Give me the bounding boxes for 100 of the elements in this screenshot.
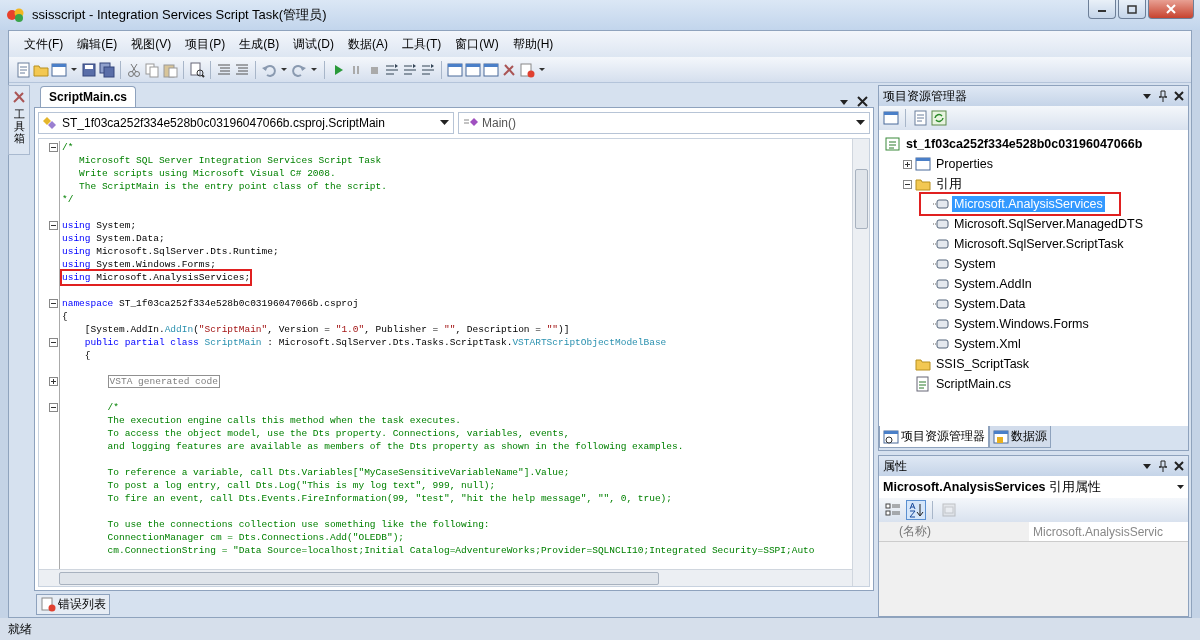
- close-icon[interactable]: [1174, 91, 1184, 101]
- properties-icon[interactable]: [883, 110, 899, 126]
- tree-item[interactable]: Microsoft.SqlServer.ManagedDTS: [952, 216, 1145, 232]
- code-line: using System.Windows.Forms;: [62, 258, 216, 271]
- collapse-icon[interactable]: [49, 338, 58, 347]
- property-value[interactable]: Microsoft.AnalysisServic: [1029, 522, 1188, 541]
- collapse-icon[interactable]: [49, 221, 58, 230]
- pin-icon[interactable]: [1159, 90, 1167, 102]
- code-file-icon: [915, 376, 931, 392]
- dropdown-caret-icon[interactable]: [1142, 92, 1152, 100]
- paste-icon[interactable]: [162, 61, 178, 78]
- code-line: To fire an event, call Dts.Events.FireInformation(99, "test", "hit the help message", "", 0, true);: [106, 492, 672, 505]
- member-dropdown[interactable]: Main(): [458, 112, 870, 134]
- code-line: To reference a variable, call Dts.Variables["MyCaseSensitiveVariableName"].Value;: [106, 466, 570, 479]
- window-icon[interactable]: [447, 61, 463, 78]
- step-icon[interactable]: [384, 61, 400, 78]
- code-line: Write scripts using Microsoft Visual C# 2008.: [78, 167, 336, 180]
- reference-icon: [933, 336, 949, 352]
- code-line: cm.ConnectionString = "Data Source=localhost;Initial Catalog=AdventureWorks;Provider=SQLNCLI10;Integrated Security=SSPI;Auto: [106, 544, 815, 557]
- expand-icon[interactable]: [49, 377, 58, 386]
- sort-button[interactable]: [906, 500, 926, 520]
- dropdown-caret-icon: [440, 120, 449, 126]
- collapse-icon[interactable]: [903, 179, 912, 189]
- refresh-icon[interactable]: [931, 110, 947, 126]
- code-line: To post a log entry, call Dts.Log("This is my log text", 999, null);: [106, 479, 496, 492]
- tree-item[interactable]: Microsoft.SqlServer.ScriptTask: [952, 236, 1126, 252]
- menu-item[interactable]: 编辑(E): [70, 32, 125, 56]
- menu-item[interactable]: 窗口(W): [448, 32, 506, 56]
- code-line: Microsoft SQL Server Integration Services Script Task: [78, 154, 382, 167]
- menu-item[interactable]: 视图(V): [124, 32, 179, 56]
- document-tab[interactable]: ScriptMain.cs: [40, 86, 137, 107]
- window-icon[interactable]: [51, 61, 67, 78]
- tree-item[interactable]: System.Xml: [952, 336, 1023, 352]
- code-line: ConnectionManager cm = Dts.Connections.Add("OLEDB");: [106, 531, 405, 544]
- error-list-tab[interactable]: 错误列表: [36, 593, 110, 615]
- project-icon: [885, 136, 901, 152]
- reference-icon: [933, 236, 949, 252]
- close-button[interactable]: [1148, 0, 1194, 19]
- expand-icon[interactable]: [903, 159, 912, 169]
- code-line: [System.AddIn.AddIn("ScriptMain", Version = "1.0", Publisher = "", Description = "")]: [83, 323, 570, 336]
- horizontal-scrollbar[interactable]: [39, 569, 852, 586]
- code-line: To access the object model, use the Dts property. Connections, variables, events,: [106, 427, 570, 440]
- close-icon[interactable]: [857, 96, 868, 107]
- tree-item[interactable]: Properties: [934, 156, 995, 172]
- code-line: using Microsoft.AnalysisServices;: [62, 271, 251, 284]
- collapse-icon[interactable]: [49, 143, 58, 152]
- menu-item[interactable]: 工具(T): [395, 32, 449, 56]
- reference-icon: [933, 216, 949, 232]
- maximize-button[interactable]: [1118, 0, 1146, 19]
- menu-item[interactable]: 生成(B): [232, 32, 287, 56]
- pin-icon[interactable]: [1159, 460, 1167, 472]
- menu-item[interactable]: 文件(F): [17, 32, 71, 56]
- new-document-icon[interactable]: [15, 61, 31, 78]
- tree-item[interactable]: SSIS_ScriptTask: [934, 356, 1032, 372]
- tree-item[interactable]: ScriptMain.cs: [934, 376, 1014, 392]
- folder-icon: [915, 356, 931, 372]
- reference-icon: [933, 296, 949, 312]
- tree-item[interactable]: 引用: [934, 174, 964, 194]
- vertical-scrollbar[interactable]: [852, 139, 869, 586]
- menu-item[interactable]: 帮助(H): [505, 32, 561, 56]
- find-icon[interactable]: [189, 61, 205, 78]
- lines-icon[interactable]: [234, 61, 250, 78]
- toolbox-label: 工具箱: [13, 108, 25, 145]
- tree-item[interactable]: System.Data: [952, 296, 1028, 312]
- panel-title: 属性: [883, 457, 908, 475]
- panel-tab[interactable]: 数据源: [989, 426, 1051, 448]
- cut-icon[interactable]: [126, 61, 142, 78]
- tree-item[interactable]: st_1f03ca252f334e528b0c03196047066b: [904, 136, 1145, 152]
- code-line: and logging features are available as members of the Dts property as shown in the following examples.: [106, 440, 684, 453]
- magnifier-window-icon: [883, 428, 899, 445]
- code-line: The execution engine calls this method when the task executes.: [106, 414, 462, 427]
- toolbox-panel[interactable]: 工具箱: [8, 85, 30, 155]
- close-icon[interactable]: [1174, 461, 1184, 471]
- window-icon[interactable]: [465, 61, 481, 78]
- status-text: 就绪: [8, 620, 32, 638]
- menu-item[interactable]: 项目(P): [178, 32, 233, 56]
- code-line: /*: [62, 141, 74, 154]
- panel-tab[interactable]: 项目资源管理器: [879, 426, 989, 448]
- save-icon[interactable]: [81, 61, 97, 78]
- object-selector[interactable]: Microsoft.AnalysisServices 引用属性: [879, 476, 1188, 498]
- menu-item[interactable]: 调试(D): [286, 32, 341, 56]
- collapse-icon[interactable]: [49, 403, 58, 412]
- save-all-icon[interactable]: [99, 61, 115, 78]
- type-dropdown[interactable]: ST_1f03ca252f334e528b0c03196047066b.csproj.ScriptMain: [38, 112, 454, 134]
- step-icon[interactable]: [420, 61, 436, 78]
- step-icon[interactable]: [402, 61, 418, 78]
- code-line: {: [62, 310, 68, 323]
- tree-item[interactable]: System.AddIn: [952, 276, 1034, 292]
- panel-title: 项目资源管理器: [883, 87, 968, 105]
- menu-item[interactable]: 数据(A): [341, 32, 395, 56]
- tree-item[interactable]: System: [952, 256, 998, 272]
- minimize-button[interactable]: [1088, 0, 1116, 19]
- lines-icon[interactable]: [216, 61, 232, 78]
- clipboard-icon: [40, 596, 56, 612]
- dropdown-caret-icon[interactable]: [1142, 462, 1152, 470]
- tree-item[interactable]: System.Windows.Forms: [952, 316, 1091, 332]
- collapse-icon[interactable]: [49, 299, 58, 308]
- clipboard-icon[interactable]: [519, 61, 535, 78]
- code-line: {: [83, 349, 91, 362]
- window-icon[interactable]: [483, 61, 499, 78]
